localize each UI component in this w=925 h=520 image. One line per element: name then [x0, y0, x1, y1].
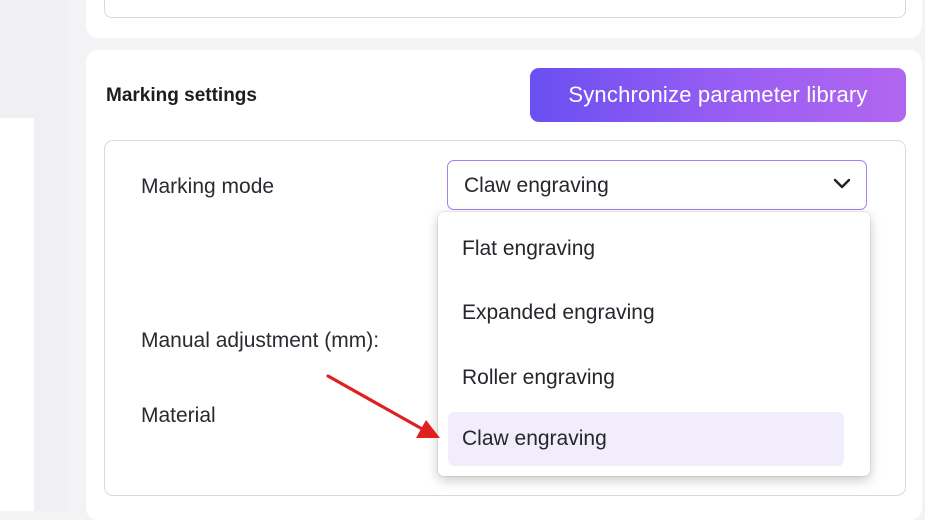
option-expanded-engraving[interactable]: Expanded engraving — [448, 286, 844, 340]
previous-section-inner-box — [104, 0, 906, 18]
marking-mode-dropdown-menu: Flat engraving Expanded engraving Roller… — [438, 212, 870, 476]
synchronize-parameter-library-button[interactable]: Synchronize parameter library — [530, 68, 906, 122]
manual-adjustment-label: Manual adjustment (mm): — [141, 329, 380, 352]
marking-mode-label: Marking mode — [141, 175, 275, 198]
chevron-down-icon — [833, 178, 851, 189]
marking-mode-selected-value: Claw engraving — [464, 174, 609, 197]
option-roller-engraving[interactable]: Roller engraving — [448, 351, 844, 405]
option-flat-engraving[interactable]: Flat engraving — [448, 222, 844, 276]
red-arrow-icon — [326, 374, 440, 438]
left-panel-white-area — [0, 118, 34, 511]
option-claw-engraving[interactable]: Claw engraving — [448, 412, 844, 466]
section-title: Marking settings — [106, 85, 257, 106]
marking-mode-select[interactable]: Claw engraving — [447, 160, 867, 210]
material-label: Material — [141, 404, 216, 427]
